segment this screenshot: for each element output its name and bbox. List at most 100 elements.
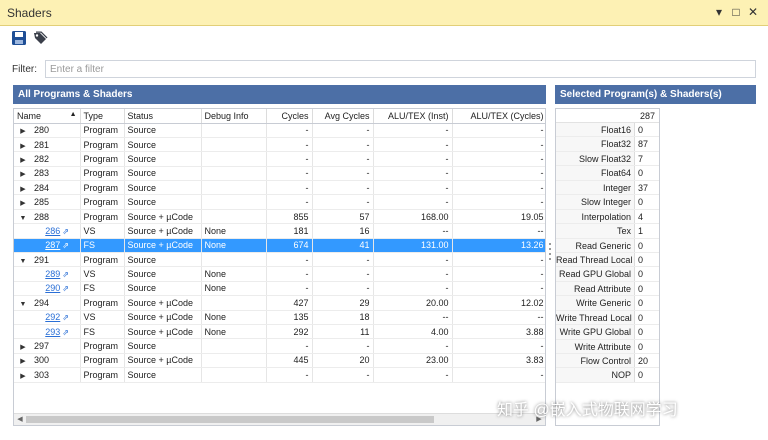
stat-value: 0 (638, 341, 644, 352)
table-row[interactable]: ▶ 285 Program Source - - - - (14, 194, 545, 210)
external-link-icon[interactable]: ⇗ (62, 227, 69, 236)
external-link-icon[interactable]: ⇗ (62, 328, 69, 337)
cell-alu-tex-cycles: - (452, 123, 545, 138)
expand-arrow-icon[interactable]: ▶ (17, 156, 29, 164)
stat-label: Slow Float32 (556, 151, 635, 166)
table-row[interactable]: ▶ 283 Program Source - - - - (14, 166, 545, 182)
external-link-icon[interactable]: ⇗ (62, 284, 69, 293)
cell-avg-cycles: 41 (312, 238, 374, 254)
tags-icon[interactable] (32, 30, 48, 46)
cell-avg-cycles: 29 (312, 295, 374, 311)
cell-debug-info (201, 367, 267, 383)
expand-arrow-icon[interactable]: ▶ (17, 343, 29, 351)
table-row[interactable]: ▶ 284 Program Source - - - - (14, 180, 545, 196)
shader-link[interactable]: 292 (45, 312, 60, 322)
cell-alu-tex-cycles: 13.26 (452, 238, 545, 254)
column-header-alu-tex-cycles[interactable]: ALU/TEX (Cycles) (452, 109, 545, 124)
table-row[interactable]: ▶ 303 Program Source - - - - (14, 367, 545, 383)
cell-status: Source (124, 180, 202, 196)
stat-value: 0 (638, 327, 644, 338)
cell-alu-tex-inst: - (373, 367, 453, 383)
maximize-icon[interactable]: □ (729, 4, 743, 20)
cell-alu-tex-cycles: -- (452, 310, 545, 325)
table-row[interactable]: ▼ 288 Program Source + µCode 855 57 168.00 19.0… (14, 209, 545, 225)
column-header-cycles[interactable]: Cycles (266, 109, 313, 124)
cell-cycles: - (266, 338, 313, 354)
stat-label: Float32 (556, 137, 635, 151)
table-row[interactable]: ▶ 281 Program Source - - - - (14, 137, 545, 153)
shader-link[interactable]: 286 (45, 226, 60, 236)
expand-arrow-icon[interactable]: ▶ (17, 185, 29, 193)
column-header-alu-tex-inst[interactable]: ALU/TEX (Inst) (373, 109, 453, 124)
scroll-left-icon[interactable]: ◀ (14, 414, 26, 425)
expand-arrow-icon[interactable]: ▶ (17, 199, 29, 207)
stat-row: NOP 0 (556, 368, 659, 383)
cell-status: Source + µCode (124, 238, 202, 254)
stat-row: Write Attribute 0 (556, 339, 659, 354)
column-header-name[interactable]: Name ▲ (14, 109, 81, 124)
table-row[interactable]: 293 ⇗ FS Source + µCode None 292 11 4.00 3.88 (14, 324, 545, 340)
table-row[interactable]: 290 ⇗ FS Source None - - - - (14, 281, 545, 297)
table-row[interactable]: ▼ 291 Program Source - - - - (14, 252, 545, 268)
stat-label: Tex (556, 224, 635, 238)
external-link-icon[interactable]: ⇗ (62, 270, 69, 279)
toolbar (0, 27, 768, 49)
shader-link[interactable]: 290 (45, 283, 60, 293)
expand-arrow-icon[interactable]: ▶ (17, 170, 29, 178)
cell-debug-info (201, 353, 267, 369)
stat-row: Read Generic 0 (556, 238, 659, 253)
cell-type: Program (80, 209, 125, 225)
table-row[interactable]: 292 ⇗ VS Source + µCode None 135 18 -- -- (14, 310, 545, 325)
table-row[interactable]: ▶ 297 Program Source - - - - (14, 338, 545, 354)
stat-row: Write Thread Local 0 (556, 310, 659, 326)
shader-link[interactable]: 293 (45, 327, 60, 337)
external-link-icon[interactable]: ⇗ (62, 313, 69, 322)
expand-arrow-icon[interactable]: ▶ (17, 372, 29, 380)
program-id: 281 (34, 139, 50, 150)
dropdown-icon[interactable]: ▾ (712, 4, 726, 20)
table-row[interactable]: ▶ 280 Program Source - - - - (14, 123, 545, 138)
collapse-arrow-icon[interactable]: ▼ (17, 301, 29, 308)
stat-value: 0 (638, 269, 644, 280)
cell-name: ▼ 291 (14, 252, 81, 268)
cell-status: Source (124, 338, 202, 354)
scrollbar-thumb[interactable] (26, 416, 434, 423)
cell-status: Source + µCode (124, 324, 202, 340)
stat-label: Write Generic (556, 296, 635, 310)
save-icon[interactable] (11, 30, 27, 46)
cell-cycles: - (266, 180, 313, 196)
table-row[interactable]: 286 ⇗ VS Source + µCode None 181 16 -- -- (14, 223, 545, 239)
selected-stats-panel: 287 Float16 0 Float32 87 Slow Float32 7 Float6… (555, 108, 660, 426)
expand-arrow-icon[interactable]: ▶ (17, 142, 29, 150)
table-row[interactable]: ▼ 294 Program Source + µCode 427 29 20.00 12.02 (14, 295, 545, 311)
stat-label: Read Thread Local (556, 252, 635, 267)
cell-status: Source (124, 151, 202, 167)
shader-link[interactable]: 289 (45, 269, 60, 279)
cell-status: Source + µCode (124, 209, 202, 225)
table-row[interactable]: 287 ⇗ FS Source + µCode None 674 41 131.00 13.26 (14, 238, 545, 254)
table-row[interactable]: 289 ⇗ VS Source None - - - - (14, 266, 545, 282)
shader-link[interactable]: 287 (45, 240, 60, 250)
programs-grid: Name ▲ Type Status Debug Info Cycles Avg … (13, 108, 546, 426)
cell-status: Source (124, 166, 202, 182)
filter-input[interactable] (45, 60, 756, 78)
horizontal-scrollbar[interactable]: ◀ ▶ (14, 413, 545, 425)
external-link-icon[interactable]: ⇗ (62, 241, 69, 250)
table-row[interactable]: ▶ 300 Program Source + µCode 445 20 23.00 3.83 (14, 353, 545, 369)
column-header-status[interactable]: Status (124, 109, 202, 124)
cell-alu-tex-inst: - (373, 338, 453, 354)
column-header-type[interactable]: Type (80, 109, 125, 124)
panel-splitter[interactable] (548, 240, 552, 272)
table-row[interactable]: ▶ 282 Program Source - - - - (14, 151, 545, 167)
cell-alu-tex-inst: -- (373, 223, 453, 239)
column-header-avg-cycles[interactable]: Avg Cycles (312, 109, 374, 124)
cell-avg-cycles: - (312, 151, 374, 167)
expand-arrow-icon[interactable]: ▶ (17, 357, 29, 365)
cell-debug-info (201, 295, 267, 311)
column-header-debug-info[interactable]: Debug Info (201, 109, 267, 124)
collapse-arrow-icon[interactable]: ▼ (17, 258, 29, 265)
expand-arrow-icon[interactable]: ▶ (17, 127, 29, 135)
close-icon[interactable]: ✕ (746, 4, 760, 20)
cell-alu-tex-cycles: - (452, 266, 545, 282)
collapse-arrow-icon[interactable]: ▼ (17, 215, 29, 222)
